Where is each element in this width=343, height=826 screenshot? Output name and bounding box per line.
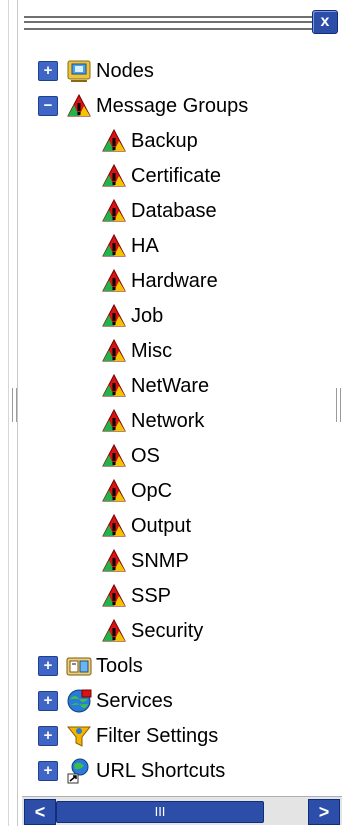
titlebar-drag-handle[interactable] bbox=[24, 16, 314, 30]
tree-item-message-group[interactable]: OS bbox=[100, 439, 160, 473]
tree-item-label: Misc bbox=[131, 339, 173, 362]
message-group-warning-icon bbox=[102, 338, 126, 362]
chevron-right-icon: > bbox=[318, 802, 330, 822]
tree-item-message-group[interactable]: Database bbox=[100, 194, 217, 228]
message-group-warning-icon bbox=[102, 198, 126, 222]
tree-item-message-group[interactable]: SNMP bbox=[100, 544, 189, 578]
tree-item-label: Database bbox=[131, 199, 217, 222]
tree-item-message-group[interactable]: NetWare bbox=[100, 369, 209, 403]
expand-icon[interactable]: + bbox=[38, 61, 58, 81]
message-group-warning-icon bbox=[102, 128, 126, 152]
tree-item-label: OS bbox=[131, 444, 160, 467]
tree-item-label: Job bbox=[131, 304, 164, 327]
tree-item-nodes[interactable]: + Nodes bbox=[38, 54, 154, 88]
tree-item-message-group[interactable]: Job bbox=[100, 299, 163, 333]
tree-item-label: URL Shortcuts bbox=[96, 759, 226, 782]
chevron-left-icon: < bbox=[34, 802, 46, 822]
tree-item-label: Output bbox=[131, 514, 192, 537]
message-group-warning-icon bbox=[102, 268, 126, 292]
expand-icon[interactable]: + bbox=[38, 656, 58, 676]
scroll-right-button[interactable]: > bbox=[308, 799, 340, 825]
expand-icon[interactable]: + bbox=[38, 761, 58, 781]
message-group-warning-icon bbox=[102, 303, 126, 327]
message-group-warning-icon bbox=[102, 163, 126, 187]
tree-item-label: Nodes bbox=[96, 59, 154, 82]
tree-item-label: Certificate bbox=[131, 164, 222, 187]
close-button[interactable]: x bbox=[312, 10, 338, 34]
tree-item-label: SNMP bbox=[131, 549, 189, 572]
tree-item-message-group[interactable]: Misc bbox=[100, 334, 172, 368]
message-group-warning-icon bbox=[102, 373, 126, 397]
object-tree-panel: x + Nodes − Message Groups Backup Certif… bbox=[18, 0, 343, 826]
tree-item-label: Hardware bbox=[131, 269, 218, 292]
tree-item-label: HA bbox=[131, 234, 159, 257]
tree-item-tools[interactable]: + Tools bbox=[38, 649, 143, 683]
right-splitter-grip[interactable] bbox=[336, 388, 341, 422]
tree-item-message-group[interactable]: Hardware bbox=[100, 264, 218, 298]
tree-item-filter-settings[interactable]: + Filter Settings bbox=[38, 719, 218, 753]
horizontal-scrollbar[interactable]: < III > bbox=[22, 796, 342, 825]
tools-icon bbox=[66, 657, 92, 676]
splitter-edge bbox=[8, 0, 9, 826]
message-group-warning-icon bbox=[102, 583, 126, 607]
tree-item-message-group[interactable]: SSP bbox=[100, 579, 171, 613]
tree-item-message-group[interactable]: Security bbox=[100, 614, 203, 648]
message-group-warning-icon bbox=[102, 618, 126, 642]
tree-item-label: Filter Settings bbox=[96, 724, 219, 747]
tree-item-label: Security bbox=[131, 619, 204, 642]
tree-item-message-groups[interactable]: − Message Groups bbox=[38, 89, 248, 123]
message-group-warning-icon bbox=[102, 478, 126, 502]
splitter-grip[interactable] bbox=[12, 388, 17, 422]
tree-item-label: Services bbox=[96, 689, 173, 712]
expand-icon[interactable]: + bbox=[38, 726, 58, 746]
message-group-warning-icon bbox=[102, 513, 126, 537]
tree-item-label: NetWare bbox=[131, 374, 210, 397]
tree-item-label: OpC bbox=[131, 479, 173, 502]
panel-titlebar[interactable]: x bbox=[24, 10, 340, 34]
tree-item-url-shortcuts[interactable]: + URL Shortcuts bbox=[38, 754, 225, 788]
nodes-icon bbox=[67, 60, 91, 82]
expand-icon[interactable]: + bbox=[38, 691, 58, 711]
tree-item-label: SSP bbox=[131, 584, 172, 607]
tree-item-message-group[interactable]: Network bbox=[100, 404, 204, 438]
tree-item-message-group[interactable]: Output bbox=[100, 509, 191, 543]
tree-item-message-group[interactable]: HA bbox=[100, 229, 159, 263]
grip-icon: III bbox=[154, 804, 166, 819]
services-icon bbox=[67, 689, 92, 713]
filter-icon bbox=[66, 726, 92, 747]
message-group-warning-icon bbox=[102, 233, 126, 257]
message-group-warning-icon bbox=[102, 548, 126, 572]
tree-item-message-group[interactable]: Backup bbox=[100, 124, 198, 158]
message-group-warning-icon bbox=[102, 443, 126, 467]
tree-item-services[interactable]: + Services bbox=[38, 684, 173, 718]
left-splitter[interactable] bbox=[0, 0, 18, 826]
tree-item-label: Message Groups bbox=[96, 94, 249, 117]
message-group-warning-icon bbox=[102, 408, 126, 432]
tree-item-message-group[interactable]: OpC bbox=[100, 474, 172, 508]
scrollbar-thumb[interactable]: III bbox=[56, 801, 264, 823]
collapse-icon[interactable]: − bbox=[38, 96, 58, 116]
message-group-warning-icon bbox=[67, 93, 91, 117]
tree-item-message-group[interactable]: Certificate bbox=[100, 159, 221, 193]
tree-item-label: Tools bbox=[96, 654, 143, 677]
close-icon: x bbox=[320, 13, 330, 30]
tree-item-label: Backup bbox=[131, 129, 198, 152]
tree-item-label: Network bbox=[131, 409, 205, 432]
url-shortcuts-icon bbox=[67, 758, 89, 784]
scroll-left-button[interactable]: < bbox=[24, 799, 56, 825]
